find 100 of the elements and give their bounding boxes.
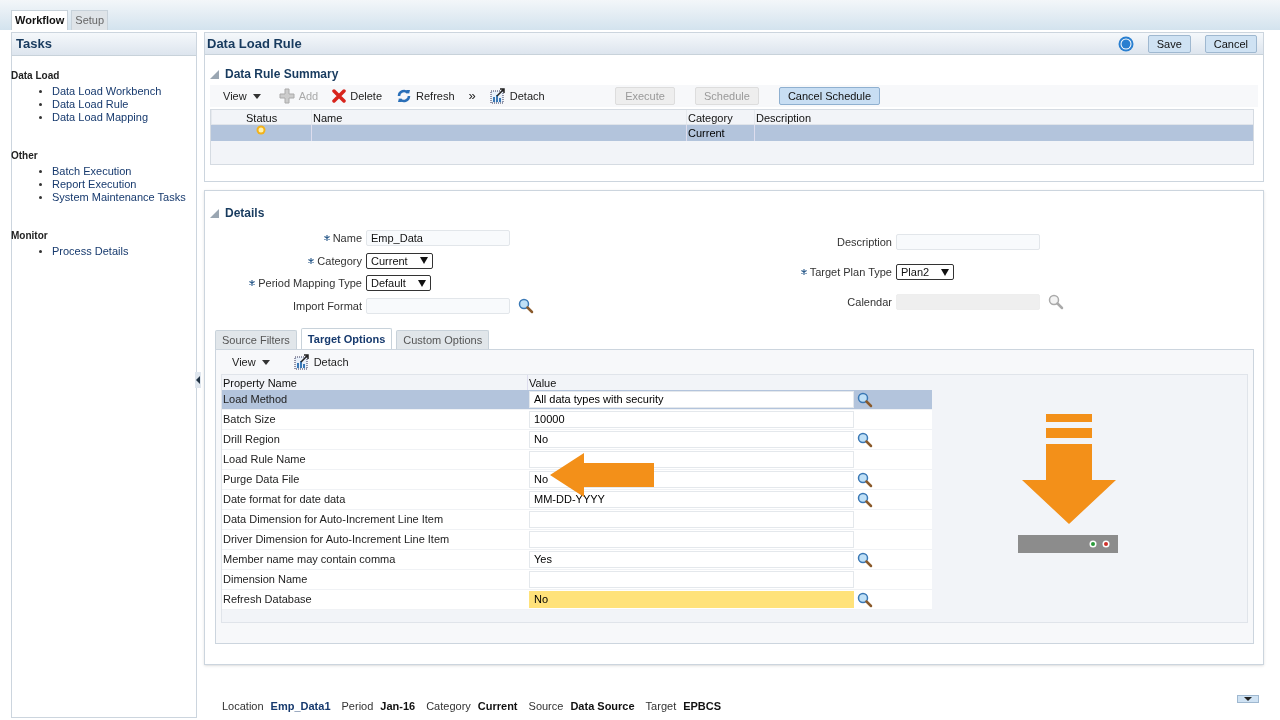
- value-field[interactable]: [529, 511, 854, 528]
- value-field[interactable]: No: [529, 431, 854, 448]
- column-header[interactable]: Name: [311, 110, 686, 124]
- search-icon[interactable]: [857, 591, 873, 608]
- dropdown[interactable]: Plan2: [896, 264, 955, 280]
- value-field[interactable]: All data types with security: [529, 391, 854, 408]
- value-field[interactable]: MM-DD-YYYY: [529, 491, 854, 508]
- column-header[interactable]: Status: [211, 110, 311, 124]
- detach-button[interactable]: Detach: [485, 86, 549, 106]
- plus-icon: [278, 88, 295, 104]
- help-icon[interactable]: [1117, 35, 1134, 52]
- scroll-down-button[interactable]: [1237, 695, 1259, 703]
- status-label: Category: [426, 698, 471, 714]
- property-row[interactable]: Dimension Name: [222, 570, 932, 590]
- value-field[interactable]: [529, 571, 854, 588]
- value-field[interactable]: [529, 531, 854, 548]
- sidebar-link[interactable]: Process Details: [52, 243, 129, 260]
- delete-button[interactable]: Delete: [328, 86, 387, 106]
- property-name: Drill Region: [222, 432, 281, 448]
- tab[interactable]: Source Filters: [215, 330, 297, 349]
- property-row[interactable]: Data Dimension for Auto-Increment Line Item: [222, 510, 932, 530]
- property-row[interactable]: Batch Size 10000: [222, 410, 932, 430]
- page-title: Data Load Rule: [207, 34, 302, 53]
- column-header[interactable]: Description: [754, 110, 1253, 124]
- caret-icon: [1244, 697, 1252, 701]
- caret-icon: [261, 359, 270, 365]
- table-row[interactable]: Current: [211, 125, 1253, 141]
- field-label: Calendar: [847, 294, 892, 310]
- caret-icon: [417, 279, 426, 287]
- field-label: Description: [836, 234, 892, 250]
- group-heading: Monitor: [11, 229, 49, 243]
- search-icon[interactable]: [518, 297, 534, 314]
- bullet-icon: [39, 250, 42, 253]
- property-name: Driver Dimension for Auto-Increment Line Item: [222, 532, 451, 548]
- status-label: Source: [528, 698, 564, 714]
- overflow-button[interactable]: »: [464, 86, 480, 106]
- bullet-icon: [39, 90, 42, 93]
- view-menu[interactable]: View: [215, 86, 269, 106]
- header-button[interactable]: Cancel: [1204, 34, 1257, 53]
- dropdown[interactable]: Default: [366, 275, 431, 292]
- search-icon[interactable]: [857, 471, 873, 488]
- property-row[interactable]: Member name may contain comma Yes: [222, 550, 932, 570]
- status-value: Data Source: [570, 698, 635, 714]
- property-name: Date format for date data: [222, 492, 347, 508]
- refresh-icon: [396, 88, 413, 104]
- detach-icon: [489, 88, 506, 104]
- status-value[interactable]: Emp_Data1: [270, 697, 331, 715]
- arrow-icon: [550, 453, 654, 497]
- expanded-icon[interactable]: [210, 69, 219, 79]
- detach-button[interactable]: Detach: [289, 352, 353, 372]
- status-value: Jan-16: [380, 698, 416, 714]
- refresh-button[interactable]: Refresh: [392, 86, 459, 106]
- property-row[interactable]: Load Rule Name: [222, 450, 932, 470]
- bullet-icon: [39, 103, 42, 106]
- delete-icon: [332, 89, 347, 103]
- property-name: Load Method: [222, 392, 289, 408]
- search-icon[interactable]: [857, 431, 873, 448]
- expanded-icon[interactable]: [210, 208, 219, 218]
- property-name: Batch Size: [222, 412, 277, 428]
- dropdown[interactable]: Current: [366, 252, 433, 269]
- status-label: Period: [341, 698, 374, 714]
- caret-icon: [419, 257, 428, 265]
- status-value: Current: [477, 698, 518, 714]
- property-row[interactable]: Load Method All data types with security: [222, 390, 932, 410]
- section-title: Details: [225, 205, 265, 222]
- value-field[interactable]: No: [529, 591, 854, 608]
- status-label: Target: [645, 698, 677, 714]
- text-field[interactable]: [366, 297, 510, 314]
- header-button[interactable]: Save: [1147, 34, 1191, 53]
- top-tab[interactable]: Workflow: [11, 10, 69, 30]
- tab[interactable]: Custom Options: [396, 330, 490, 349]
- property-row[interactable]: Date format for date data MM-DD-YYYY: [222, 490, 932, 510]
- property-row[interactable]: Driver Dimension for Auto-Increment Line Item: [222, 530, 932, 550]
- search-icon[interactable]: [857, 491, 873, 508]
- text-field[interactable]: [896, 234, 1040, 250]
- top-tab[interactable]: Setup: [71, 10, 109, 30]
- property-row[interactable]: Drill Region No: [222, 430, 932, 450]
- caret-icon: [941, 268, 950, 276]
- column-header[interactable]: Category: [686, 110, 754, 124]
- value-field[interactable]: Yes: [529, 551, 854, 568]
- collapse-handle-icon[interactable]: [195, 372, 201, 388]
- value-field[interactable]: 10000: [529, 411, 854, 428]
- group-heading: Data Load: [11, 69, 61, 83]
- status-label: Location: [222, 698, 264, 714]
- search-icon[interactable]: [857, 551, 873, 568]
- property-name: Dimension Name: [222, 572, 309, 588]
- property-name: Data Dimension for Auto-Increment Line Item: [222, 512, 445, 528]
- field-label: Import Format: [292, 298, 362, 314]
- field-label: Period Mapping Type: [258, 276, 362, 291]
- column-header[interactable]: Property Name: [222, 375, 527, 390]
- detach-icon: [293, 354, 310, 370]
- property-name: Purge Data File: [222, 472, 301, 488]
- property-row[interactable]: Refresh Database No: [222, 590, 932, 610]
- bullet-icon: [39, 196, 42, 199]
- action-button[interactable]: Cancel Schedule: [778, 87, 881, 105]
- text-field[interactable]: Emp_Data: [366, 230, 510, 247]
- search-icon[interactable]: [857, 391, 873, 408]
- view-menu[interactable]: View: [224, 352, 278, 372]
- bullet-icon: [39, 170, 42, 173]
- tab[interactable]: Target Options: [300, 328, 393, 349]
